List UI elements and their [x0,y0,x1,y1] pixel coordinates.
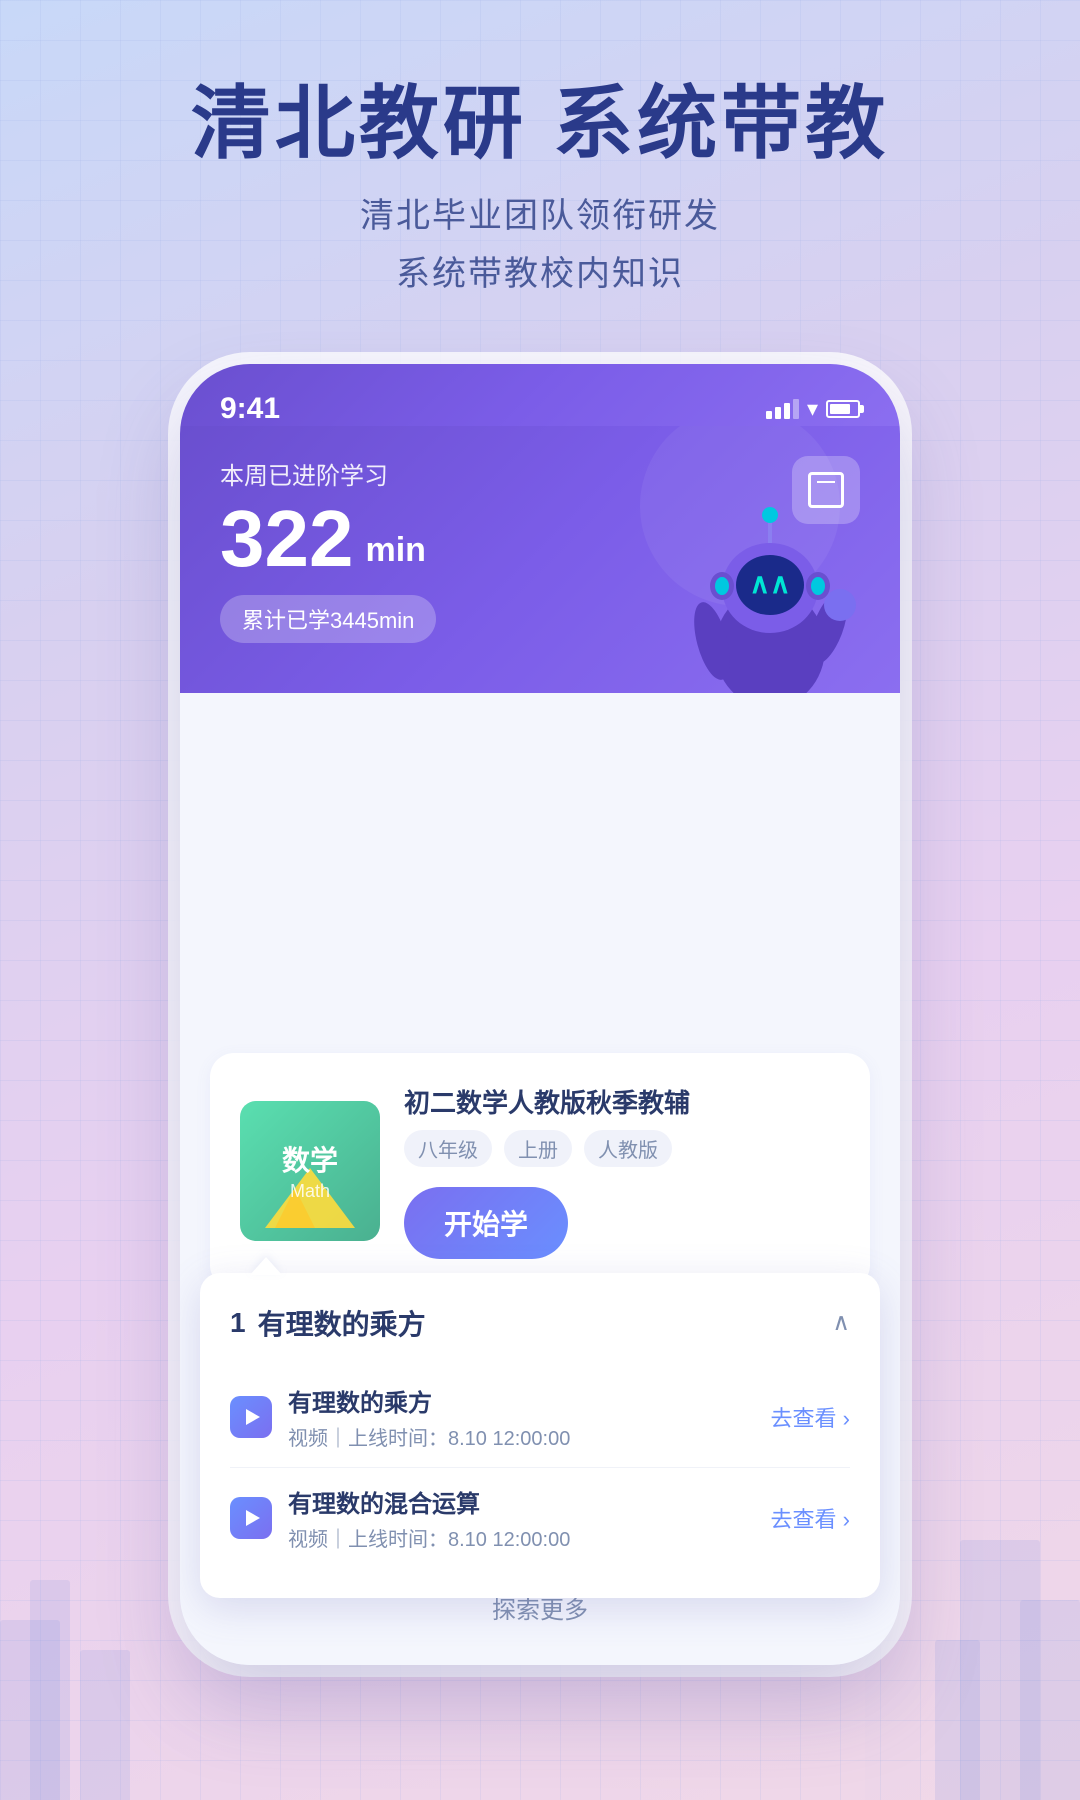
hero-section: 本周已进阶学习 322 min 累计已学3445min [180,426,900,693]
math-tag-grade: 八年级 [404,1130,492,1167]
math-subject-en: Math [290,1181,330,1202]
phone-container: 9:41 ▾ 本周已进阶学习 322 min [0,364,1080,1665]
sub-line2: 系统带教校内知识 [0,246,1080,304]
sub-line1: 清北毕业团队领衔研发 [0,188,1080,246]
svg-text:∧∧: ∧∧ [750,568,791,599]
study-time-unit: min [365,533,425,567]
chapter-title: 有理数的乘方 [258,1303,426,1343]
math-start-button[interactable]: 开始学 [404,1187,568,1259]
status-time: 9:41 [220,392,280,426]
sub-title: 清北毕业团队领衔研发 系统带教校内知识 [0,188,1080,304]
course-info-math: 初二数学人教版秋季教辅 八年级 上册 人教版 开始学 [404,1083,840,1259]
hero-total: 累计已学3445min [220,595,436,643]
lesson-item: 有理数的乘方 视频｜上线时间：8.10 12:00:00 去查看 › [230,1367,850,1468]
lesson-meta-2: 视频｜上线时间：8.10 12:00:00 [288,1523,771,1552]
lesson-action-1[interactable]: 去查看 › [771,1401,850,1433]
status-bar: 9:41 ▾ [180,364,900,426]
dropdown-card: 1 有理数的乘方 ∧ 有理数的乘方 视频｜ [200,1273,880,1598]
lesson-title-2: 有理数的混合运算 [288,1484,771,1519]
main-title: 清北教研 系统带教 [0,80,1080,168]
phone-inner: 9:41 ▾ 本周已进阶学习 322 min [180,364,900,1665]
math-course-tags: 八年级 上册 人教版 [404,1130,840,1167]
dropdown-header: 1 有理数的乘方 ∧ [230,1303,850,1343]
math-tag-pub: 人教版 [584,1130,672,1167]
play-triangle-2 [246,1510,260,1526]
play-icon-1[interactable] [230,1396,272,1438]
math-course-title: 初二数学人教版秋季教辅 [404,1083,840,1120]
explore-more-text: 探索更多 [492,1597,588,1624]
chapter-dropdown: 1 有理数的乘方 ∧ 有理数的乘方 视频｜ [180,1273,900,1598]
chapter-index: 1 [230,1307,246,1339]
lesson-meta-1: 视频｜上线时间：8.10 12:00:00 [288,1422,771,1451]
lesson-title-1: 有理数的乘方 [288,1383,771,1418]
phone-mockup: 9:41 ▾ 本周已进阶学习 322 min [180,364,900,1665]
course-cover-math: 数学 Math [240,1101,380,1241]
play-icon-2[interactable] [230,1497,272,1539]
battery-icon [826,400,860,418]
lesson-item-2: 有理数的混合运算 视频｜上线时间：8.10 12:00:00 去查看 › [230,1468,850,1568]
math-subject: 数学 [282,1139,338,1179]
study-time-value: 322 [220,499,353,579]
lesson-info-1: 有理数的乘方 视频｜上线时间：8.10 12:00:00 [288,1383,771,1451]
math-tag-vol: 上册 [504,1130,572,1167]
lesson-info-2: 有理数的混合运算 视频｜上线时间：8.10 12:00:00 [288,1484,771,1552]
play-triangle [246,1409,260,1425]
dropdown-spacer [180,693,900,1033]
content-area: 1 有理数的乘方 ∧ 有理数的乘方 视频｜ [180,693,900,1665]
signal-icon [766,399,799,419]
robot-mascot: ∧∧ [670,493,870,693]
course-card-math: 数学 Math 初二数学人教版秋季教辅 八年级 [210,1053,870,1289]
chevron-up-icon[interactable]: ∧ [832,1308,850,1337]
wifi-icon: ▾ [807,396,818,422]
hero-total-label: 累计已学3445min [242,603,414,635]
lesson-action-2[interactable]: 去查看 › [771,1502,850,1534]
hero-week-label: 本周已进阶学习 [220,456,860,491]
status-icons: ▾ [766,396,860,422]
header-section: 清北教研 系统带教 清北毕业团队领衔研发 系统带教校内知识 [0,0,1080,304]
